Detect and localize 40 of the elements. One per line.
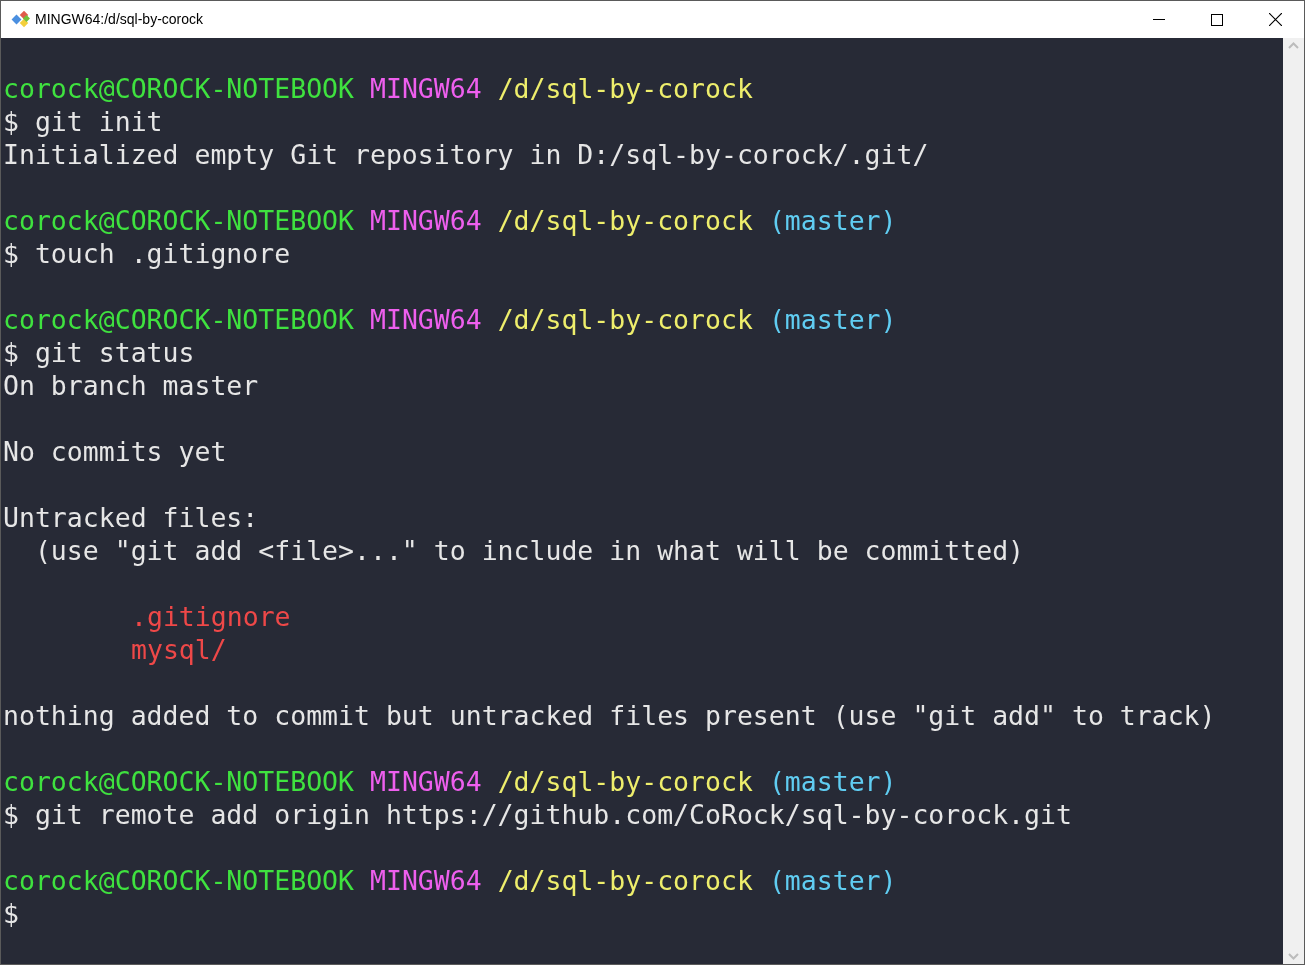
prompt-branch: (master): [768, 205, 897, 236]
prompt-user: corock@COROCK-NOTEBOOK: [3, 73, 354, 104]
output-line: Untracked files:: [3, 502, 259, 533]
prompt-user: corock@COROCK-NOTEBOOK: [3, 205, 354, 236]
scroll-up-icon[interactable]: [1288, 42, 1299, 49]
output-line: Initialized empty Git repository in D:/sql-by-corock/.git/: [3, 139, 929, 170]
output-line: On branch master: [3, 370, 259, 401]
command-line: $ touch .gitignore: [3, 238, 291, 269]
close-icon: [1268, 13, 1282, 26]
command-line: $ git init: [3, 106, 163, 137]
maximize-icon: [1211, 13, 1223, 26]
prompt-system: MINGW64: [369, 865, 482, 896]
minimize-icon: [1153, 18, 1165, 21]
window-title: MINGW64:/d/sql-by-corock: [35, 10, 204, 29]
command-line: $ git status: [3, 337, 195, 368]
prompt-user: corock@COROCK-NOTEBOOK: [3, 304, 354, 335]
prompt-system: MINGW64: [369, 205, 482, 236]
prompt-path: /d/sql-by-corock: [497, 766, 753, 797]
prompt-system: MINGW64: [369, 304, 482, 335]
scrollbar[interactable]: [1283, 38, 1304, 964]
prompt-system: MINGW64: [369, 73, 482, 104]
command-line: $: [3, 898, 19, 929]
output-line: No commits yet: [3, 436, 227, 467]
output-line: nothing added to commit but untracked files present (use "git add" to track): [3, 700, 1216, 731]
untracked-file: mysql/: [131, 634, 227, 665]
prompt-branch: (master): [768, 865, 897, 896]
prompt-path: /d/sql-by-corock: [497, 865, 753, 896]
prompt-user: corock@COROCK-NOTEBOOK: [3, 766, 354, 797]
prompt-branch: (master): [768, 304, 897, 335]
untracked-file: .gitignore: [131, 601, 291, 632]
prompt-path: /d/sql-by-corock: [497, 205, 753, 236]
prompt-path: /d/sql-by-corock: [497, 73, 753, 104]
prompt-path: /d/sql-by-corock: [497, 304, 753, 335]
command-line: $ git remote add origin https://github.com/CoRock/sql-by-corock.git: [3, 799, 1072, 830]
prompt-system: MINGW64: [369, 766, 482, 797]
prompt-user: corock@COROCK-NOTEBOOK: [3, 865, 354, 896]
prompt-branch: (master): [768, 766, 897, 797]
scroll-down-icon[interactable]: [1288, 953, 1299, 960]
app-logo-icon: [11, 10, 31, 29]
output-line: (use "git add <file>..." to include in what will be committed): [33, 535, 1025, 566]
